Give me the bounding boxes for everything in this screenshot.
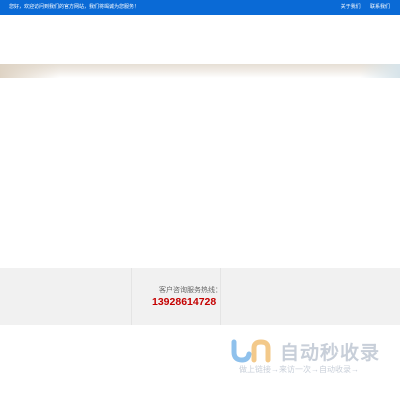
contact-block: 客户咨询服务热线： 13928614728 <box>131 268 222 325</box>
welcome-text: 您好，欢迎访问到我们的官方网站，我们将竭诚为您服务！ <box>9 4 140 10</box>
top-links: 关于我们 联系我们 <box>333 0 390 15</box>
watermark: 自动秒收录 做上链接→来访一次→自动收录→ <box>228 336 388 386</box>
jr-logo-icon <box>231 339 271 363</box>
watermark-subtitle: 做上链接→来访一次→自动收录→ <box>239 365 359 374</box>
contact-us-link[interactable]: 联系我们 <box>370 4 390 10</box>
main-content <box>0 78 400 268</box>
hotline-label: 客户咨询服务热线： <box>159 287 222 294</box>
banner-image <box>0 64 400 78</box>
hotline-number[interactable]: 13928614728 <box>152 296 216 308</box>
footer: 客户咨询服务热线： 13928614728 <box>0 268 400 325</box>
header <box>0 15 400 64</box>
watermark-title: 自动秒收录 <box>280 343 381 364</box>
top-bar: 您好，欢迎访问到我们的官方网站，我们将竭诚为您服务！ 关于我们 联系我们 <box>0 0 400 15</box>
about-us-link[interactable]: 关于我们 <box>341 4 361 10</box>
